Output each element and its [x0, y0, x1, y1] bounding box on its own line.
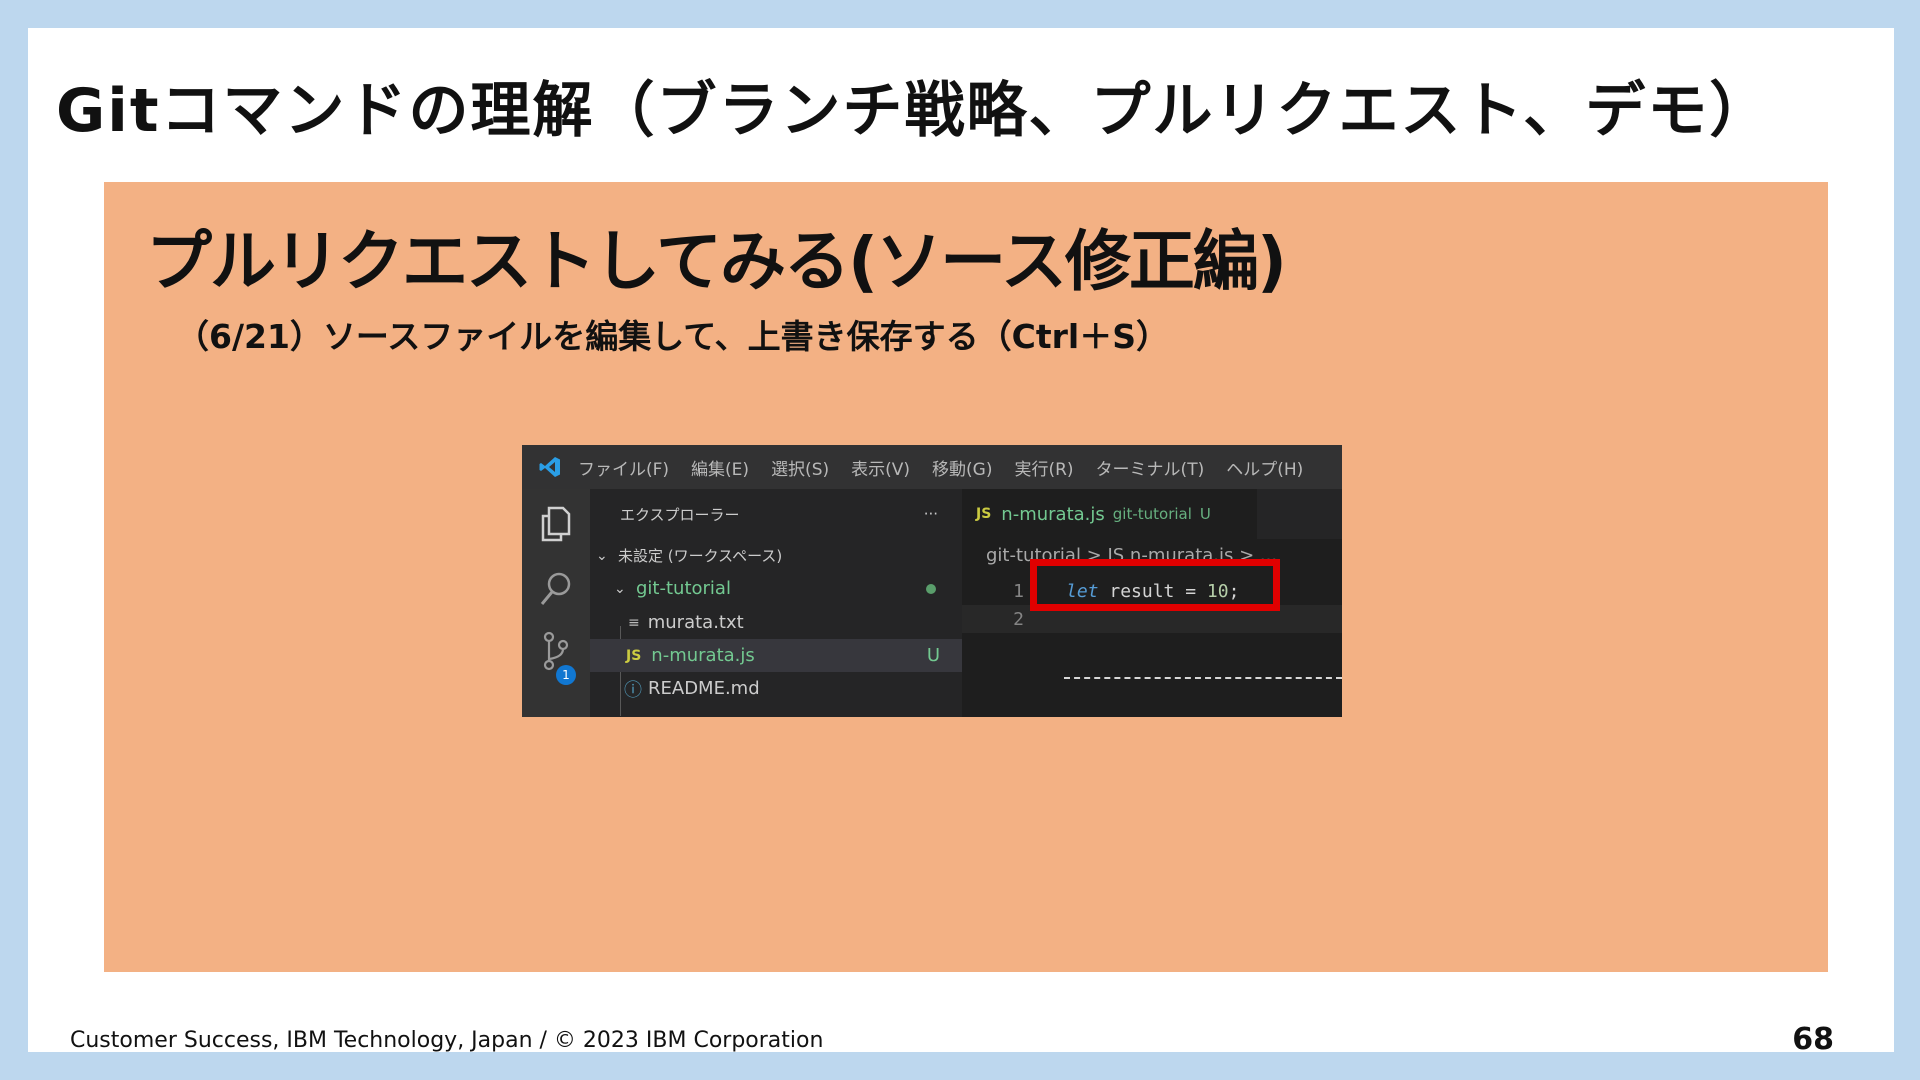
chevron-down-icon: ⌄ [614, 580, 626, 597]
file-label: n-murata.js [651, 645, 755, 666]
chevron-down-icon: ⌄ [596, 547, 608, 564]
menu-file[interactable]: ファイル(F) [578, 455, 669, 480]
explorer-title: エクスプローラー [620, 505, 740, 524]
explorer-icon[interactable] [536, 503, 576, 543]
line-number: 1 [1013, 580, 1024, 602]
workspace-row[interactable]: ⌄ 未設定 (ワークスペース) [590, 539, 962, 572]
info-file-icon: ⓘ [624, 679, 642, 701]
menu-view[interactable]: 表示(V) [851, 455, 910, 480]
file-label: murata.txt [647, 612, 744, 633]
js-file-icon: JS [976, 506, 992, 522]
file-label: README.md [648, 678, 760, 699]
content-panel: プルリクエストしてみる(ソース修正編) （6/21）ソースファイルを編集して、上… [104, 182, 1828, 972]
menu-edit[interactable]: 編集(E) [691, 455, 749, 480]
untracked-status: U [926, 645, 940, 666]
editor-tab[interactable]: JS n-murata.js git-tutorial U [962, 489, 1257, 539]
step-description: （6/21）ソースファイルを編集して、上書き保存する（Ctrl＋S） [176, 317, 1169, 356]
source-control-badge: 1 [556, 665, 576, 685]
vscode-logo-icon [522, 445, 578, 489]
tab-label: n-murata.js [1001, 503, 1105, 525]
menu-selection[interactable]: 選択(S) [771, 455, 829, 480]
file-row-selected[interactable]: JS n-murata.js U [590, 639, 962, 672]
menu-run[interactable]: 実行(R) [1014, 455, 1073, 480]
folder-row[interactable]: ⌄ git-tutorial [590, 572, 962, 605]
js-file-icon: JS [626, 647, 642, 664]
folder-label: git-tutorial [636, 578, 731, 599]
page-number: 68 [1792, 1022, 1834, 1057]
tab-folder: git-tutorial [1112, 505, 1192, 523]
section-heading: プルリクエストしてみる(ソース修正編) [146, 223, 1287, 300]
highlight-box [1030, 559, 1280, 611]
text-file-icon: ≡ [628, 614, 640, 631]
line-number: 2 [1013, 608, 1024, 630]
menu-bar: ファイル(F) 編集(E) 選択(S) 表示(V) 移動(G) 実行(R) ター… [522, 445, 1342, 489]
tab-status: U [1199, 505, 1211, 523]
activity-bar: 1 [522, 489, 590, 717]
menu-go[interactable]: 移動(G) [932, 455, 992, 480]
vscode-screenshot: ファイル(F) 編集(E) 選択(S) 表示(V) 移動(G) 実行(R) ター… [522, 445, 1342, 717]
file-row[interactable]: ≡ murata.txt [590, 606, 962, 639]
search-icon[interactable] [536, 569, 576, 609]
explorer-header: エクスプローラー ··· [590, 489, 962, 539]
file-row[interactable]: ⓘ README.md [590, 672, 962, 705]
modified-dot-icon [926, 583, 936, 594]
workspace-label: 未設定 (ワークスペース) [618, 547, 783, 565]
tab-bar: JS n-murata.js git-tutorial U [962, 489, 1342, 539]
explorer-sidebar: エクスプローラー ··· ⌄ 未設定 (ワークスペース) ⌄ git-tutor… [590, 489, 962, 717]
more-actions-icon[interactable]: ··· [924, 505, 938, 523]
slide: Gitコマンドの理解（ブランチ戦略、プルリクエスト、デモ） プルリクエストしてみ… [28, 28, 1894, 1057]
menu-terminal[interactable]: ターミナル(T) [1096, 455, 1205, 480]
menu-help[interactable]: ヘルプ(H) [1226, 455, 1303, 480]
dashed-cursor-line [1064, 677, 1342, 679]
footer-copyright: Customer Success, IBM Technology, Japan … [70, 1028, 824, 1053]
slide-title: Gitコマンドの理解（ブランチ戦略、プルリクエスト、デモ） [56, 76, 1772, 146]
